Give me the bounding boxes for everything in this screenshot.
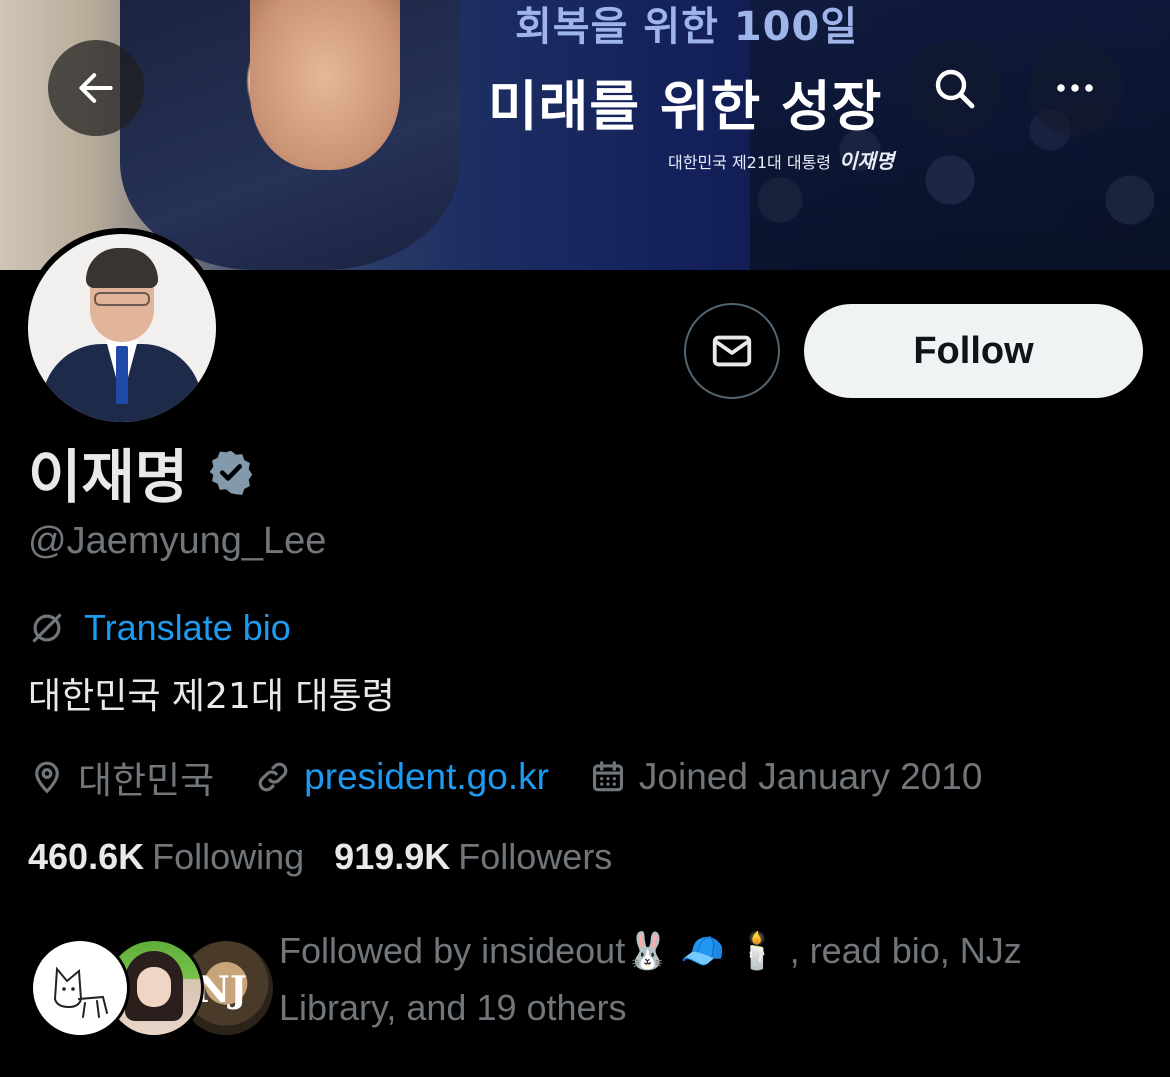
- followed-by-text[interactable]: Followed by insideout🐰 🧢 🕯️ , read bio, …: [279, 922, 1139, 1036]
- profile-meta-row: 대한민국 president.go.kr Joined January 2010: [28, 750, 982, 804]
- message-button[interactable]: [684, 303, 780, 399]
- more-options-button[interactable]: [1027, 40, 1123, 136]
- location-text: 대한민국: [78, 760, 215, 801]
- profile-avatar[interactable]: [22, 228, 222, 428]
- more-horizontal-icon: [1057, 84, 1093, 92]
- banner-signature: 이재명: [839, 149, 895, 173]
- profile-name: 이재명: [28, 443, 189, 511]
- profile-bio: 대한민국 제21대 대통령: [28, 676, 395, 717]
- followers-stat[interactable]: 919.9K Followers: [334, 836, 612, 878]
- following-count[interactable]: 460.6K: [28, 836, 144, 877]
- followers-count[interactable]: 919.9K: [334, 836, 450, 877]
- profile-stats: 460.6K Following 919.9K Followers: [28, 836, 642, 878]
- banner-photo-face: [250, 0, 400, 170]
- location-item: 대한민국: [28, 750, 214, 804]
- back-button[interactable]: [48, 40, 144, 136]
- following-label[interactable]: Following: [152, 836, 304, 877]
- link-icon: [258, 762, 288, 792]
- verified-badge-icon[interactable]: [206, 447, 256, 497]
- banner-subline: 대한민국 제21대 대통령 이재명: [668, 145, 894, 174]
- website-link[interactable]: president.go.kr: [304, 756, 549, 798]
- translate-bio-link[interactable]: Translate bio: [28, 607, 291, 649]
- follow-button[interactable]: Follow: [804, 304, 1143, 398]
- location-pin-icon: [35, 761, 59, 794]
- follower-avatar-insideout: [30, 938, 130, 1038]
- globe-translate-icon: [32, 613, 62, 643]
- envelope-icon: [712, 335, 752, 367]
- banner-subline-text: 대한민국 제21대 대통령: [668, 153, 832, 172]
- following-stat[interactable]: 460.6K Following: [28, 836, 304, 878]
- search-button[interactable]: [906, 40, 1002, 136]
- arrow-left-icon: [79, 73, 113, 103]
- banner-headline-main: 미래를 위한 성장: [488, 75, 883, 138]
- followed-by-avatars[interactable]: NJ: [30, 938, 276, 1038]
- joined-date: Joined January 2010: [638, 756, 983, 797]
- search-icon: [935, 69, 975, 109]
- profile-name-row: 이재명: [28, 430, 256, 514]
- translate-bio-label[interactable]: Translate bio: [84, 607, 291, 649]
- banner-headline-top: 회복을 위한 100일: [515, 4, 859, 50]
- website-item[interactable]: president.go.kr: [254, 756, 549, 798]
- avatar-photo: [28, 234, 216, 422]
- profile-handle: @Jaemyung_Lee: [28, 520, 327, 562]
- calendar-icon: [592, 761, 623, 792]
- joined-item: Joined January 2010: [589, 756, 983, 798]
- profile-banner[interactable]: 회복을 위한 100일 미래를 위한 성장 대한민국 제21대 대통령 이재명: [0, 0, 1170, 270]
- followers-label[interactable]: Followers: [458, 836, 612, 877]
